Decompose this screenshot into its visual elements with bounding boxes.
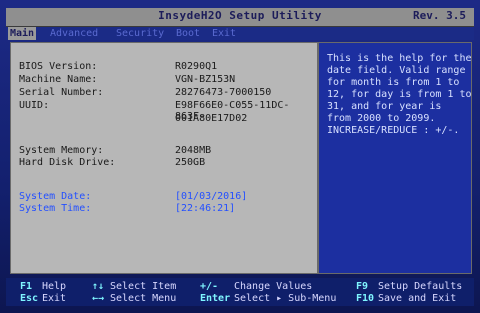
serial-number-label: Serial Number: (19, 87, 104, 98)
uuid-value-line2: 001A80E17D02 (175, 113, 248, 124)
tab-main[interactable]: Main (8, 27, 37, 40)
help-text-line: from 2000 to 2099. (327, 113, 436, 124)
revision-label: Rev. 3.5 (413, 9, 466, 22)
bios-version-value: R0290Q1 (175, 61, 218, 72)
key-help-footer: F1 Help Esc Exit ↑↓ Select Item ←→ Selec… (6, 278, 474, 306)
machine-name-label: Machine Name: (19, 74, 98, 85)
leftright-desc: Select Menu (110, 293, 177, 304)
app-title: InsydeH2O Setup Utility (158, 9, 322, 22)
f9-key: F9 (356, 281, 369, 292)
hard-disk-label: Hard Disk Drive: (19, 157, 116, 168)
f10-desc: Save and Exit (378, 293, 457, 304)
system-memory-label: System Memory: (19, 145, 104, 156)
help-text-line: 12, for day is from 1 to (327, 89, 472, 100)
tab-exit[interactable]: Exit (210, 27, 238, 40)
f1-desc: Help (42, 281, 67, 292)
plusminus-key: +/- (200, 281, 219, 292)
f1-key: F1 (20, 281, 33, 292)
help-text-line: 31, and for year is (327, 101, 442, 112)
serial-number-value: 28276473-7000150 (175, 87, 272, 98)
hard-disk-value: 250GB (175, 157, 206, 168)
menu-bar: Main Advanced Security Boot Exit (6, 27, 474, 40)
enter-desc: Select ▸ Sub-Menu (234, 293, 337, 304)
tab-boot[interactable]: Boot (174, 27, 202, 40)
leftright-key: ←→ (92, 293, 105, 304)
system-time-field[interactable]: [22:46:21] (175, 203, 235, 214)
system-memory-value: 2048MB (175, 145, 212, 156)
bios-screen: InsydeH2O Setup Utility Rev. 3.5 Main Ad… (0, 0, 480, 313)
f9-desc: Setup Defaults (378, 281, 463, 292)
tab-advanced[interactable]: Advanced (48, 27, 100, 40)
help-text-line: INCREASE/REDUCE : +/-. (327, 125, 460, 136)
uuid-label: UUID: (19, 100, 50, 111)
system-date-label[interactable]: System Date: (19, 191, 91, 202)
help-panel: This is the help for the date field. Val… (318, 42, 472, 274)
help-text-line: This is the help for the (327, 53, 472, 64)
system-time-label[interactable]: System Time: (19, 203, 91, 214)
plusminus-desc: Change Values (234, 281, 313, 292)
bios-version-label: BIOS Version: (19, 61, 98, 72)
updown-desc: Select Item (110, 281, 177, 292)
f10-key: F10 (356, 293, 375, 304)
title-bar: InsydeH2O Setup Utility Rev. 3.5 (6, 8, 474, 27)
enter-key: Enter (200, 293, 231, 304)
help-text-line: date field. Valid range (327, 65, 466, 76)
machine-name-value: VGN-BZ153N (175, 74, 236, 85)
updown-key: ↑↓ (92, 281, 105, 292)
help-text-line: for month is from 1 to (327, 77, 460, 88)
esc-desc: Exit (42, 293, 67, 304)
main-panel: BIOS Version: R0290Q1 Machine Name: VGN-… (10, 42, 318, 274)
system-date-field[interactable]: [01/03/2016] (175, 191, 247, 202)
esc-key: Esc (20, 293, 39, 304)
tab-security[interactable]: Security (114, 27, 166, 40)
